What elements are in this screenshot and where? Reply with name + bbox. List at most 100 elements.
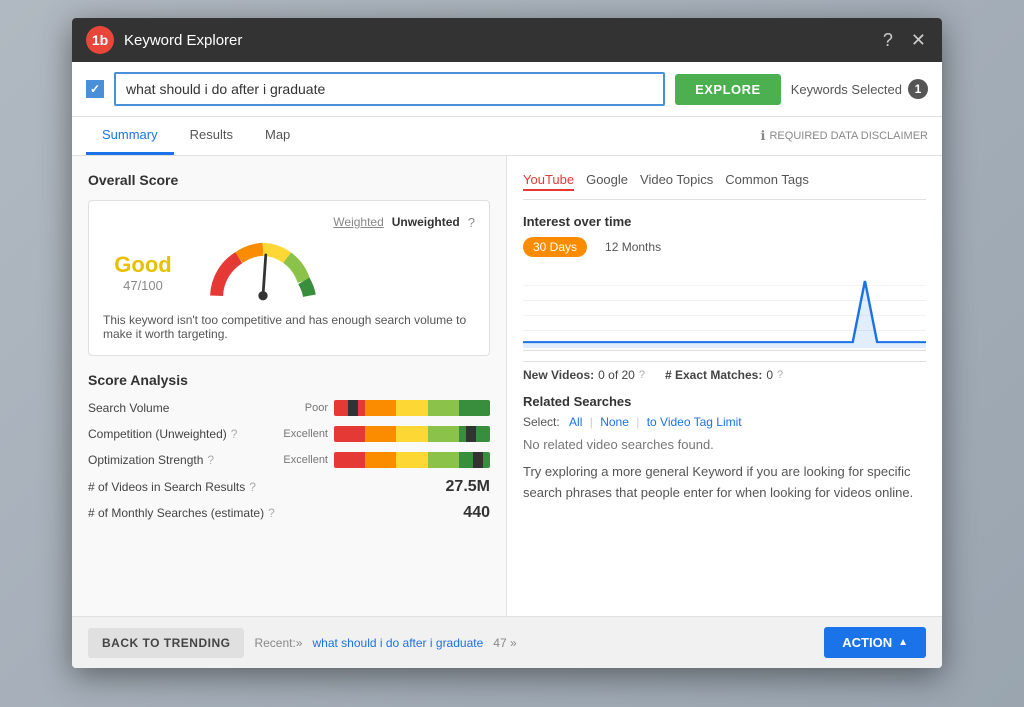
score-options: Weighted Unweighted ? (333, 215, 475, 230)
overall-score-title: Overall Score (88, 172, 490, 188)
tab-results[interactable]: Results (174, 117, 249, 155)
platform-tabs: YouTube Google Video Topics Common Tags (523, 172, 926, 200)
close-button[interactable]: ✕ (909, 29, 928, 51)
modal-window: 1b Keyword Explorer ? ✕ EXPLORE Keywords… (72, 18, 942, 668)
left-panel: Overall Score Weighted Unweighted ? Good… (72, 156, 507, 616)
pipe2: | (636, 415, 639, 429)
weighted-option[interactable]: Weighted (333, 215, 383, 230)
no-related-text: No related video searches found. (523, 437, 926, 452)
score-label-area: Good 47/100 (103, 252, 183, 293)
explore-button[interactable]: EXPLORE (675, 74, 781, 105)
select-limit-link[interactable]: to Video Tag Limit (647, 415, 742, 429)
related-title: Related Searches (523, 394, 926, 409)
monthly-stat-value: 440 (463, 504, 490, 522)
disclaimer-text: REQUIRED DATA DISCLAIMER (769, 130, 928, 142)
competition-bar-area: Excellent (268, 426, 490, 442)
optimization-marker (473, 452, 483, 468)
competition-bar-label: Excellent (268, 428, 328, 440)
select-all-link[interactable]: All (569, 415, 582, 429)
score-analysis-title: Score Analysis (88, 372, 490, 388)
score-grade: Good (103, 252, 183, 278)
search-bar: EXPLORE Keywords Selected 1 (72, 62, 942, 117)
footer-left: BACK TO TRENDING Recent:» what should i … (88, 628, 517, 658)
tab-summary[interactable]: Summary (86, 117, 174, 155)
time-filter-row: 30 Days 12 Months (523, 237, 926, 257)
recent-count: 47 » (493, 636, 516, 650)
score-visual: Good 47/100 (103, 240, 475, 305)
new-videos-help-icon[interactable]: ? (639, 369, 645, 381)
time-30-days-btn[interactable]: 30 Days (523, 237, 587, 257)
title-bar: 1b Keyword Explorer ? ✕ (72, 18, 942, 62)
tabs-left: Summary Results Map (86, 117, 306, 155)
score-help-icon[interactable]: ? (468, 215, 475, 230)
monthly-help-icon[interactable]: ? (268, 506, 275, 520)
overall-score-box: Weighted Unweighted ? Good 47/100 (88, 200, 490, 356)
keywords-selected: Keywords Selected 1 (791, 79, 928, 99)
content-area: Overall Score Weighted Unweighted ? Good… (72, 156, 942, 616)
search-volume-bar (334, 400, 490, 416)
search-input[interactable] (114, 72, 665, 106)
back-to-trending-button[interactable]: BACK TO TRENDING (88, 628, 244, 658)
score-value: 47/100 (103, 278, 183, 293)
analysis-row-optimization: Optimization Strength ? Excellent (88, 452, 490, 468)
stat-row-monthly: # of Monthly Searches (estimate) ? 440 (88, 504, 490, 522)
chart-svg (523, 271, 926, 350)
stat-row-videos: # of Videos in Search Results ? 27.5M (88, 478, 490, 496)
keyword-checkbox[interactable] (86, 80, 104, 98)
competition-bar (334, 426, 490, 442)
optimization-bar (334, 452, 490, 468)
select-label: Select: (523, 415, 560, 429)
related-section: Related Searches Select: All | None | to… (523, 394, 926, 504)
related-select: Select: All | None | to Video Tag Limit (523, 415, 926, 429)
optimization-label: Optimization Strength ? (88, 453, 268, 467)
monthly-stat-label: # of Monthly Searches (estimate) ? (88, 506, 275, 520)
search-volume-marker (348, 400, 358, 416)
exact-matches-value: 0 (766, 368, 773, 382)
search-volume-bar-area: Poor (268, 400, 490, 416)
related-hint-text: Try exploring a more general Keyword if … (523, 462, 926, 504)
time-12-months-btn[interactable]: 12 Months (595, 237, 671, 257)
action-button[interactable]: ACTION ▲ (824, 627, 926, 658)
platform-tab-video-topics[interactable]: Video Topics (640, 172, 713, 191)
videos-help-icon[interactable]: ? (249, 480, 256, 494)
new-videos-stat: New Videos: 0 of 20 ? (523, 368, 645, 382)
title-actions: ? ✕ (881, 29, 928, 51)
pipe1: | (590, 415, 593, 429)
tabs-bar: Summary Results Map ℹ REQUIRED DATA DISC… (72, 117, 942, 156)
competition-marker (466, 426, 476, 442)
disclaimer: ℹ REQUIRED DATA DISCLAIMER (761, 128, 928, 144)
help-button[interactable]: ? (881, 29, 895, 51)
interest-section: Interest over time 30 Days 12 Months (523, 214, 926, 257)
recent-label: Recent:» (254, 636, 302, 650)
platform-tab-common-tags[interactable]: Common Tags (725, 172, 809, 191)
competition-help-icon[interactable]: ? (231, 427, 238, 441)
app-title: Keyword Explorer (124, 32, 242, 49)
interest-chart (523, 271, 926, 351)
videos-stat-value: 27.5M (446, 478, 490, 496)
new-videos-value: 0 of 20 (598, 368, 635, 382)
platform-tab-google[interactable]: Google (586, 172, 628, 191)
videos-stat-label: # of Videos in Search Results ? (88, 480, 256, 494)
tab-map[interactable]: Map (249, 117, 306, 155)
app-icon: 1b (86, 26, 114, 54)
disclaimer-icon: ℹ (761, 128, 766, 144)
score-header: Weighted Unweighted ? (103, 215, 475, 230)
search-volume-label: Search Volume (88, 401, 268, 415)
score-desc: This keyword isn't too competitive and h… (103, 313, 475, 341)
analysis-row-search-volume: Search Volume Poor (88, 400, 490, 416)
search-volume-bar-label: Poor (268, 402, 328, 414)
gauge-svg (203, 240, 323, 305)
platform-tab-youtube[interactable]: YouTube (523, 172, 574, 191)
select-none-link[interactable]: None (600, 415, 629, 429)
unweighted-option[interactable]: Unweighted (392, 215, 460, 230)
interest-title: Interest over time (523, 214, 926, 229)
optimization-help-icon[interactable]: ? (207, 453, 214, 467)
new-videos-label: New Videos: (523, 368, 594, 382)
analysis-row-competition: Competition (Unweighted) ? Excellent (88, 426, 490, 442)
recent-link[interactable]: what should i do after i graduate (312, 636, 483, 650)
competition-label: Competition (Unweighted) ? (88, 427, 268, 441)
right-panel: YouTube Google Video Topics Common Tags … (507, 156, 942, 616)
action-btn-label: ACTION (842, 635, 892, 650)
optimization-bar-area: Excellent (268, 452, 490, 468)
exact-matches-help-icon[interactable]: ? (777, 369, 783, 381)
